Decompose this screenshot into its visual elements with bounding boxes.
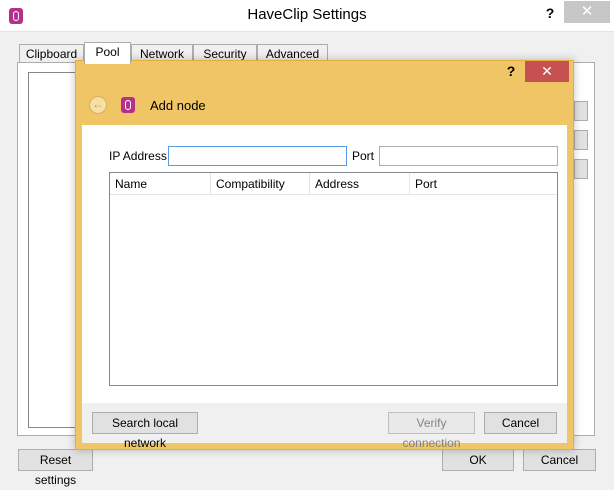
tab-pool[interactable]: Pool [84,42,131,64]
ip-address-field[interactable] [169,147,346,165]
port-field[interactable] [380,147,557,165]
dialog-help-button[interactable]: ? [502,63,520,81]
back-arrow-icon[interactable]: ← [89,96,107,114]
dialog-close-button[interactable]: ✕ [525,61,569,82]
pool-side-button[interactable] [574,130,588,150]
node-table[interactable]: Name Compatibility Address Port [109,172,558,386]
port-label: Port [352,149,375,163]
ip-address-label: IP Address [109,149,167,163]
dialog-app-icon [121,97,135,113]
dialog-title: Add node [150,98,206,113]
column-header-address[interactable]: Address [310,173,410,195]
column-header-port[interactable]: Port [410,173,557,195]
column-header-name[interactable]: Name [110,173,211,195]
pool-side-button[interactable] [574,159,588,179]
help-button[interactable]: ? [543,5,557,23]
window-title: HaveClip Settings [247,6,367,23]
reset-settings-button[interactable]: Reset settings [18,449,93,487]
window-close-button[interactable]: ✕ [564,1,610,23]
cancel-button[interactable]: Cancel [523,449,596,471]
port-input[interactable] [379,146,558,166]
verify-connection-button: Verify connection [388,412,475,450]
column-header-compatibility[interactable]: Compatibility [211,173,310,195]
ip-address-input[interactable] [168,146,347,166]
dialog-cancel-button[interactable]: Cancel [484,412,557,434]
search-local-network-button[interactable]: Search local network [92,412,198,450]
pool-side-button[interactable] [574,101,588,121]
